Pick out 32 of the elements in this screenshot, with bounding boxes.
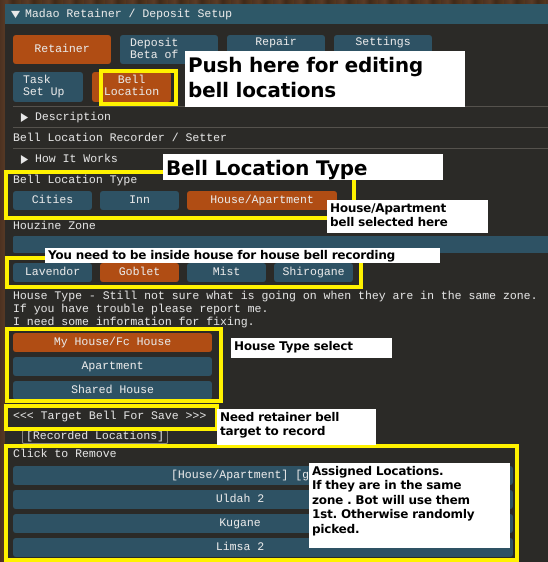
collapse-arrow-icon[interactable] — [11, 10, 20, 18]
section-tag: [Recorded Locations] — [22, 430, 168, 444]
house-type-note: House Type - Still not sure what is going on when they are in the same zone. If you have trouble please report me. I need some information for fixing. — [13, 290, 538, 329]
house-type-button[interactable]: Apartment — [13, 357, 212, 376]
expand-arrow-icon[interactable] — [20, 112, 29, 122]
annotation-tooltip: House/Apartment bell selected here — [327, 200, 488, 233]
annotation-tooltip: Push here for editing bell locations — [185, 51, 465, 107]
description-toggle[interactable]: Description — [13, 107, 111, 127]
window-title: Madao Retainer / Deposit Setup — [25, 8, 232, 20]
expand-arrow-icon[interactable] — [20, 154, 29, 164]
group-label: Houzine Zone — [13, 219, 96, 235]
annotation-tooltip: Assigned Locations. If they are in the same zone . Bot will use them 1st. Otherwise randomly picked. — [309, 463, 510, 548]
house-type-button[interactable]: Shared House — [13, 381, 212, 400]
tab[interactable]: Bell Location — [92, 72, 171, 102]
option-button[interactable]: Inn — [100, 191, 179, 210]
zone-button[interactable]: Mist — [187, 263, 266, 282]
how-it-works-toggle[interactable]: How It Works — [13, 149, 118, 169]
section-heading: Bell Location Recorder / Setter — [13, 132, 227, 144]
zone-button[interactable]: Shirogane — [274, 263, 353, 282]
annotation-tooltip: House Type select — [231, 338, 392, 358]
annotation-tooltip: You need to be inside house for house bell recording — [45, 248, 440, 263]
zone-button[interactable]: Lavendor — [13, 263, 92, 282]
tab[interactable]: Retainer — [13, 35, 111, 64]
hint-text: Click to Remove — [13, 447, 117, 463]
target-bell-button[interactable]: <<< Target Bell For Save >>> — [13, 408, 206, 424]
zone-button[interactable]: Goblet — [100, 263, 179, 282]
annotation-tooltip: Need retainer bell target to record — [217, 409, 376, 445]
option-button[interactable]: Cities — [13, 191, 92, 210]
tab[interactable]: Task Set Up — [13, 72, 83, 102]
house-type-button[interactable]: My House/Fc House — [13, 333, 212, 352]
annotation-tooltip: Bell Location Type — [163, 154, 443, 180]
group-label: Bell Location Type — [13, 173, 138, 189]
